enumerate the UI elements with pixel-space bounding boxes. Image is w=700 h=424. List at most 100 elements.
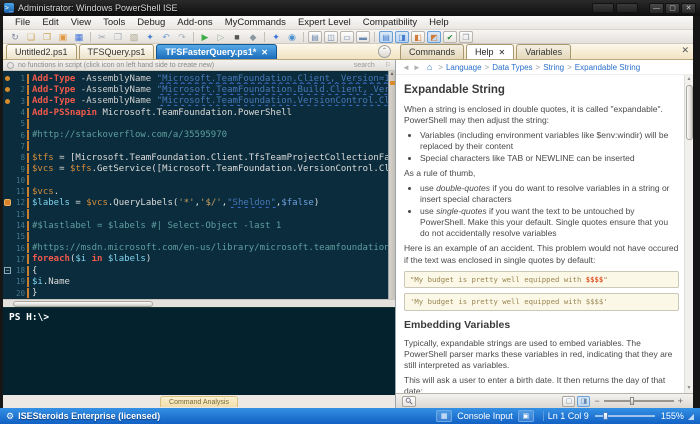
tab-help[interactable]: Help✕ xyxy=(466,44,514,59)
function-search-input[interactable]: search xyxy=(354,62,385,69)
close-button[interactable]: ✕ xyxy=(681,3,696,14)
editor-line[interactable]: 5 xyxy=(3,118,388,129)
addon-pane-close-icon[interactable]: ✕ xyxy=(681,45,689,56)
tab-commands[interactable]: Commands xyxy=(400,44,464,59)
menu-mycommands[interactable]: MyCommands xyxy=(219,17,292,28)
editor-line[interactable]: 8$tfs = [Microsoft.TeamFoundation.Client… xyxy=(3,152,388,163)
editor-line[interactable]: 2Add-Type -AssemblyName "Microsoft.TeamF… xyxy=(3,84,388,95)
editor-line[interactable]: 1Add-Type -AssemblyName "Microsoft.TeamF… xyxy=(3,73,388,84)
new-script-icon[interactable]: ❏ xyxy=(24,31,38,43)
scroll-up-icon[interactable]: ▲ xyxy=(389,71,395,77)
layout-console-icon[interactable]: ▬ xyxy=(356,31,370,43)
breadcrumb-data-types[interactable]: Data Types xyxy=(492,63,532,72)
menu-debug[interactable]: Debug xyxy=(131,17,171,28)
tab-untitled2[interactable]: Untitled2.ps1 xyxy=(6,44,77,59)
editor-line[interactable]: 12$labels = $vcs.QueryLabels('*','$/',"S… xyxy=(3,197,388,208)
zoom-out-icon[interactable]: − xyxy=(594,396,599,406)
title-bar[interactable]: >_ Administrator: Windows PowerShell ISE… xyxy=(0,0,700,16)
editor-line[interactable]: 3Add-Type -AssemblyName "Microsoft.TeamF… xyxy=(3,96,388,107)
cut-icon[interactable]: ✂ xyxy=(95,31,109,43)
pin-icon[interactable]: ⚐ xyxy=(385,61,391,69)
editor-line[interactable]: 19$i.Name xyxy=(3,276,388,287)
editor-line[interactable]: −18{ xyxy=(3,265,388,276)
help-view-toggle-1[interactable]: ▢ xyxy=(562,396,575,407)
editor-line[interactable]: 6#http://stackoverflow.com/a/35595970 xyxy=(3,129,388,140)
paste-icon[interactable]: ▨ xyxy=(127,31,141,43)
editor-code[interactable]: 1Add-Type -AssemblyName "Microsoft.TeamF… xyxy=(3,71,388,299)
maximize-button[interactable]: ▢ xyxy=(665,3,680,14)
editor-zoom-slider[interactable] xyxy=(595,415,655,417)
help-search-button[interactable] xyxy=(402,396,416,407)
zoom-in-icon[interactable]: + xyxy=(678,396,683,406)
collapse-pane-button[interactable]: ˆ xyxy=(378,45,391,58)
tab-tfsfasterquery[interactable]: TFSFasterQuery.ps1*✕ xyxy=(156,44,277,59)
menu-expert-level[interactable]: Expert Level xyxy=(292,17,357,28)
tab-tfsquery[interactable]: TFSQuery.ps1 xyxy=(79,44,155,59)
open-folder-icon[interactable]: ▣ xyxy=(56,31,70,43)
resize-grip-icon[interactable]: ◢ xyxy=(688,412,694,421)
save-icon[interactable]: ▦ xyxy=(72,31,86,43)
editor-horizontal-scrollbar[interactable] xyxy=(3,299,395,307)
history-icon[interactable]: ↻ xyxy=(8,31,22,43)
home-icon[interactable]: ◆ xyxy=(246,31,260,43)
open-script-icon[interactable]: ❐ xyxy=(40,31,54,43)
scroll-down-icon[interactable]: ▼ xyxy=(685,384,693,393)
nav-back-icon[interactable]: ◄ xyxy=(402,63,410,72)
menu-tools[interactable]: Tools xyxy=(97,17,131,28)
run-selection-icon[interactable]: ▷ xyxy=(214,31,228,43)
editor-line[interactable]: 11$vcs. xyxy=(3,186,388,197)
command-analysis-button[interactable]: Command Analysis xyxy=(160,396,238,407)
tab-variables[interactable]: Variables xyxy=(516,44,571,59)
stop-icon[interactable]: ■ xyxy=(230,31,244,43)
minimize-button[interactable]: — xyxy=(649,3,664,14)
gear-icon[interactable]: ⚙ xyxy=(6,411,14,422)
menu-add-ons[interactable]: Add-ons xyxy=(171,17,218,28)
layout-float-icon[interactable]: ▭ xyxy=(340,31,354,43)
script-editor[interactable]: 1Add-Type -AssemblyName "Microsoft.TeamF… xyxy=(3,71,395,299)
help-vertical-scrollbar[interactable]: ▲ ▼ xyxy=(684,75,693,393)
undo-icon[interactable]: ↶ xyxy=(159,31,173,43)
home-icon[interactable]: ⌂ xyxy=(427,62,432,72)
breadcrumb-string[interactable]: String xyxy=(543,63,564,72)
help-view-toggle-2[interactable]: ◨ xyxy=(577,396,590,407)
editor-vertical-scrollbar[interactable]: ▲ xyxy=(388,71,395,299)
editor-line[interactable]: 20} xyxy=(3,288,388,299)
titlebar-extra-button-1[interactable] xyxy=(592,3,614,13)
editor-line[interactable]: 17foreach($i in $labels) xyxy=(3,254,388,265)
menu-file[interactable]: File xyxy=(9,17,36,28)
editor-line[interactable]: 15 xyxy=(3,231,388,242)
help-zoom-slider[interactable] xyxy=(604,400,674,402)
run-script-icon[interactable]: ▶ xyxy=(198,31,212,43)
editor-line[interactable]: 10 xyxy=(3,175,388,186)
editor-line[interactable]: 14#$lastlabel = $labels #| Select-Object… xyxy=(3,220,388,231)
show-console-pane-icon[interactable]: ◩ xyxy=(427,31,441,43)
editor-line[interactable]: 4Add-PSSnapin Microsoft.TeamFoundation.P… xyxy=(3,107,388,118)
breadcrumb-expandable-string[interactable]: Expandable String xyxy=(575,63,640,72)
save-state-icon[interactable]: ▦ xyxy=(436,410,452,422)
editor-line[interactable]: 9$vcs = $tfs.GetService([Microsoft.TeamF… xyxy=(3,163,388,174)
snippets-icon[interactable]: ❒ xyxy=(459,31,473,43)
tab-close-icon[interactable]: ✕ xyxy=(261,48,268,57)
show-addon-pane-icon[interactable]: ◧ xyxy=(411,31,425,43)
layout-split-icon[interactable]: ◫ xyxy=(324,31,338,43)
editor-line[interactable]: 16#https://msdn.microsoft.com/en-us/libr… xyxy=(3,242,388,253)
titlebar-extra-button-2[interactable] xyxy=(616,3,638,13)
screenshot-icon[interactable]: ▣ xyxy=(518,410,534,422)
console-pane[interactable]: PS H:\> xyxy=(3,307,395,395)
new-remote-tab-icon[interactable]: ✦ xyxy=(269,31,283,43)
help-scroll-thumb[interactable] xyxy=(686,85,693,140)
layout-script-top-icon[interactable]: ▤ xyxy=(308,31,322,43)
editor-line[interactable]: 7 xyxy=(3,141,388,152)
slider-thumb[interactable] xyxy=(630,397,634,405)
check-syntax-icon[interactable]: ✔ xyxy=(443,31,457,43)
format-icon[interactable]: ✦ xyxy=(143,31,157,43)
menu-edit[interactable]: Edit xyxy=(36,17,64,28)
show-script-right-icon[interactable]: ◨ xyxy=(395,31,409,43)
hscroll-thumb[interactable] xyxy=(13,301,153,307)
isesteroids-license-label[interactable]: ISESteroids Enterprise (licensed) xyxy=(18,411,160,421)
copy-icon[interactable]: ❐ xyxy=(111,31,125,43)
add-function-icon[interactable] xyxy=(7,62,14,69)
breadcrumb-language[interactable]: Language xyxy=(446,63,482,72)
menu-help[interactable]: Help xyxy=(423,17,455,28)
tab-help-close-icon[interactable]: ✕ xyxy=(499,48,506,57)
